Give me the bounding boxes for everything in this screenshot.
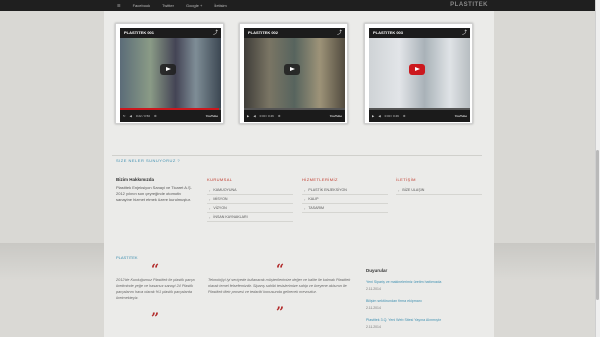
services-links: PLASTİK ENJEKSİYON KALIP TASARIM [302,186,388,213]
quote-text-2: Teknolojiyi iyi seviyede kullanarak müşt… [208,278,351,294]
play-icon[interactable]: ▶ [247,114,249,118]
column-title-contact: İLETİŞİM [396,177,416,182]
open-quote-icon: “ [151,262,160,278]
news-link[interactable]: Yeni Sipariş ve makinelerimiz üretim hat… [366,280,476,284]
nav-link-google-plus[interactable]: Google + [186,3,202,8]
link-misyon[interactable]: MİSYON [207,195,293,204]
play-button-3[interactable] [409,64,425,75]
video-time-3: 0:00 / 0:49 [384,114,399,118]
settings-icon[interactable]: ⚙ [403,114,406,118]
link-kamuoyuna[interactable]: KAMUOYUNA [207,186,293,195]
news-date: 2.11.2014 [366,306,381,310]
video-title-3[interactable]: PLASTITEK 003 [373,30,403,35]
youtube-logo[interactable]: YouTube [330,114,342,118]
play-button-1[interactable] [160,64,176,75]
link-bize-ulasin[interactable]: BİZE ULAŞIN [396,186,482,195]
video-card-3: PLASTITEK 003 ⤴ ▶ ◀ 0:00 / 0:49 ⚙ YouTub… [364,23,473,124]
column-title-corporate: KURUMSAL [207,177,233,182]
player-controls-3: ▶ ◀ 0:00 / 0:49 ⚙ YouTube [369,110,470,122]
news-link[interactable]: Plastitek 3.Q. Yeni Web Sitesi Yayına Al… [366,318,476,322]
video-time-1: 0:22 / 0:50 [135,114,151,118]
news-item: Bilişim sektörundan firma ekipmanı 2.11.… [366,299,476,310]
play-button-2[interactable] [284,64,300,75]
volume-icon[interactable]: ◀ [378,114,380,118]
player-controls-1: ↻ ◀ 0:22 / 0:50 ⚙ YouTube [120,110,221,122]
top-navbar: ☰ Facebook Twitter Google + İletisim PLA… [0,0,600,11]
link-tasarim[interactable]: TASARIM [302,204,388,213]
nav-link-facebook[interactable]: Facebook [133,3,151,8]
page-scrollbar[interactable] [595,0,600,337]
video-player-1[interactable]: PLASTITEK 001 ⤴ ↻ ◀ 0:22 / 0:50 ⚙ YouTub… [120,28,221,122]
settings-icon[interactable]: ⚙ [154,114,157,118]
replay-icon[interactable]: ↻ [123,114,126,118]
video-title-1[interactable]: PLASTITEK 001 [124,30,154,35]
play-icon[interactable]: ▶ [372,114,374,118]
column-title-services: HİZMETLERİMİZ [302,177,338,182]
video-time-2: 0:00 / 0:46 [259,114,274,118]
corporate-links: KAMUOYUNA MİSYON VİZYON İNSAN KAYNAKLARI [207,186,293,222]
close-quote-icon: ” [151,311,160,327]
video-card-2: PLASTITEK 002 ⤴ ▶ ◀ 0:00 / 0:46 ⚙ YouTub… [239,23,348,124]
share-icon[interactable]: ⤴ [337,29,342,36]
about-title: Bizim Hakkımızda [116,177,155,182]
section-divider [112,155,482,156]
volume-icon[interactable]: ◀ [130,114,132,118]
nav-menu: ☰ Facebook Twitter Google + İletisim [117,0,227,11]
about-text: Plastitek Enjeksiyon Sanayi ve Ticaret A… [116,185,192,202]
video-card-1: PLASTITEK 001 ⤴ ↻ ◀ 0:22 / 0:50 ⚙ YouTub… [115,23,224,124]
player-controls-2: ▶ ◀ 0:00 / 0:46 ⚙ YouTube [244,110,345,122]
band-heading: PLASTITEK [116,255,138,260]
menu-icon[interactable]: ☰ [117,3,121,8]
brand-logo[interactable]: PLASTITEK [450,2,488,8]
news-date: 2.11.2014 [366,325,381,329]
youtube-logo[interactable]: YouTube [206,114,218,118]
news-item: Yeni Sipariş ve makinelerimiz üretim hat… [366,280,476,291]
nav-link-contact[interactable]: İletisim [214,3,226,8]
scrollbar-thumb[interactable] [596,150,599,300]
link-plastik-enjeksiyon[interactable]: PLASTİK ENJEKSİYON [302,186,388,195]
share-icon[interactable]: ⤴ [213,29,218,36]
settings-icon[interactable]: ⚙ [278,114,281,118]
link-kalip[interactable]: KALIP [302,195,388,204]
news-title: Duyurular [366,268,388,273]
services-heading: SIZE NELER SUNUYORUZ ? [116,158,181,163]
news-item: Plastitek 3.Q. Yeni Web Sitesi Yayına Al… [366,318,476,329]
link-insan-kaynaklari[interactable]: İNSAN KAYNAKLARI [207,213,293,222]
news-link[interactable]: Bilişim sektörundan firma ekipmanı [366,299,476,303]
youtube-logo[interactable]: YouTube [455,114,467,118]
nav-link-twitter[interactable]: Twitter [162,3,174,8]
news-date: 2.11.2014 [366,287,381,291]
open-quote-icon: “ [276,262,285,278]
video-player-2[interactable]: PLASTITEK 002 ⤴ ▶ ◀ 0:00 / 0:46 ⚙ YouTub… [244,28,345,122]
link-vizyon[interactable]: VİZYON [207,204,293,213]
video-player-3[interactable]: PLASTITEK 003 ⤴ ▶ ◀ 0:00 / 0:49 ⚙ YouTub… [369,28,470,122]
volume-icon[interactable]: ◀ [253,114,255,118]
share-icon[interactable]: ⤴ [462,29,467,36]
contact-links: BİZE ULAŞIN [396,186,482,195]
close-quote-icon: ” [276,305,285,321]
quote-text-1: 2012'de Kurduğumuz Plastitek ile plastik… [116,278,195,300]
video-title-2[interactable]: PLASTITEK 002 [248,30,278,35]
